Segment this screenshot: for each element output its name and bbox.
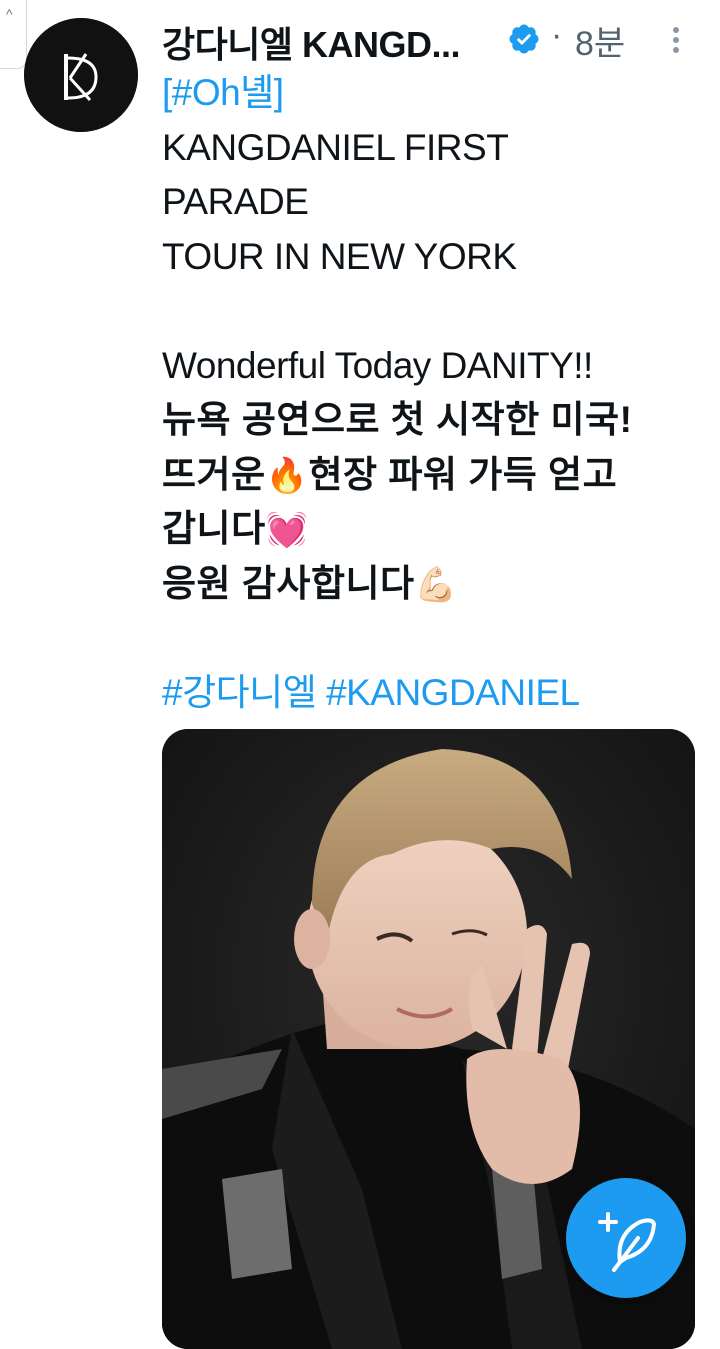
verified-badge-icon xyxy=(509,24,539,54)
text-line: PARADE xyxy=(162,181,309,222)
tweet-timestamp[interactable]: 8분 xyxy=(575,16,625,65)
hashtag-link[interactable]: #Oh녤 xyxy=(172,72,274,113)
compose-tweet-icon xyxy=(598,1212,656,1272)
tweet-text: [#Oh녤] KANGDANIEL FIRST PARADE TOUR IN N… xyxy=(162,66,702,720)
caret-up-icon: ^ xyxy=(6,6,13,22)
avatar[interactable] xyxy=(24,18,138,132)
hashtag-link[interactable]: #강다니엘 xyxy=(162,672,317,713)
header-separator: · xyxy=(551,16,563,54)
compose-tweet-button[interactable] xyxy=(566,1178,686,1298)
tweet-card[interactable]: ^ 강다니엘 KANGD... · 8분 [#Oh녤] KANGDANIEL F… xyxy=(0,0,720,1349)
text-line: TOUR IN NEW YORK xyxy=(162,235,517,277)
text-line: 갑니다💓 xyxy=(162,508,309,549)
fire-emoji: 🔥 xyxy=(265,456,309,495)
text-line: 뜨거운🔥현장 파워 가득 얻고 xyxy=(162,453,618,495)
text-line: KANGDANIEL FIRST xyxy=(162,126,509,168)
scroll-up-handle[interactable]: ^ xyxy=(0,0,27,69)
flexed-biceps-emoji: 💪🏻 xyxy=(414,565,458,604)
text-line: 뉴욕 공연으로 첫 시작한 미국! xyxy=(162,399,633,440)
tweet-header: 강다니엘 KANGD... · 8분 xyxy=(162,14,720,65)
text-line: 응원 감사합니다💪🏻 xyxy=(162,562,458,604)
kd-logo-icon xyxy=(24,18,138,132)
beating-heart-emoji: 💓 xyxy=(265,511,309,549)
text-line: [#Oh녤] xyxy=(162,72,284,113)
more-options-icon[interactable] xyxy=(666,20,686,60)
hashtag-line: #강다니엘 #KANGDANIEL xyxy=(162,666,702,721)
display-name[interactable]: 강다니엘 KANGD... xyxy=(162,16,460,68)
hashtag-link[interactable]: #KANGDANIEL xyxy=(326,672,580,713)
text-line: Wonderful Today DANITY!! xyxy=(162,344,593,386)
